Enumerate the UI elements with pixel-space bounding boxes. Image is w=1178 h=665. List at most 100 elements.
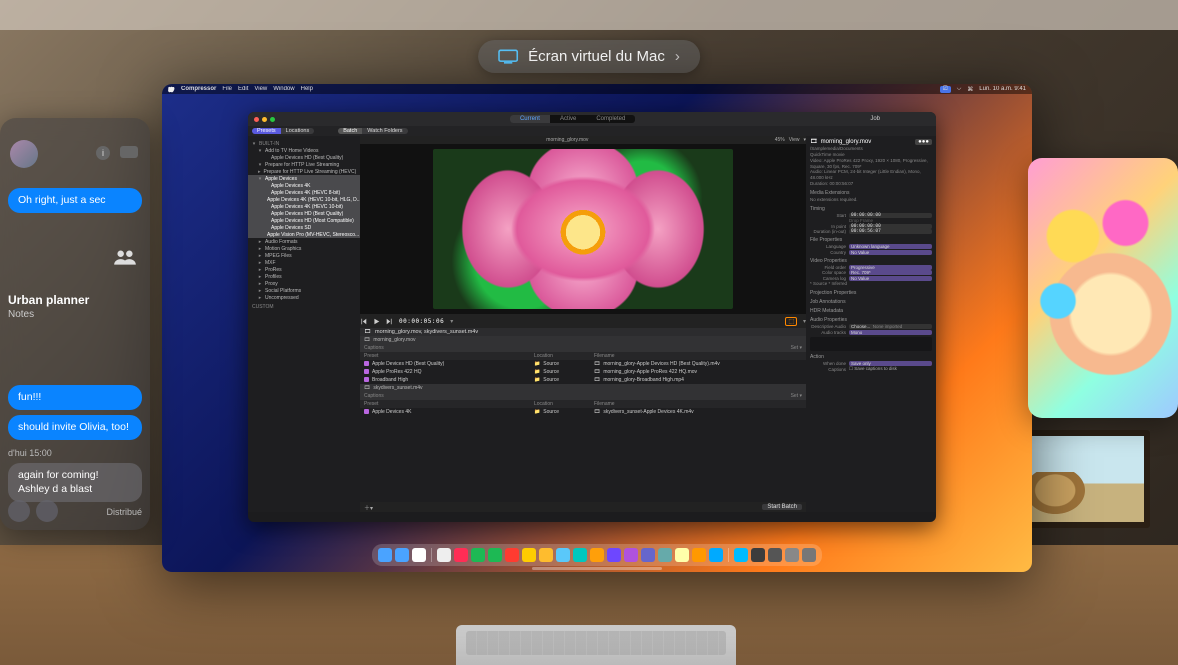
audio-tracks-list[interactable] xyxy=(810,337,932,351)
dock-app-icon[interactable] xyxy=(709,548,723,562)
dock-app-icon[interactable] xyxy=(675,548,689,562)
video-preview[interactable] xyxy=(360,144,806,314)
batch-job-header[interactable]: 🎞morning_glory.mov xyxy=(360,336,806,344)
tab-current[interactable]: Current xyxy=(510,115,550,123)
presets-sidebar[interactable]: ▾BUILT-IN ▾Add to TV Home VideosApple De… xyxy=(248,136,360,512)
preset-tree-row[interactable]: ▸MPEG Files xyxy=(248,252,360,259)
messages-window[interactable]: i Oh right, just a sec Urban planner Not… xyxy=(0,118,150,530)
dock-app-icon[interactable] xyxy=(471,548,485,562)
dock-app-icon[interactable] xyxy=(692,548,706,562)
menubar-item[interactable]: File xyxy=(222,86,232,92)
preset-tree-row[interactable]: ▸Motion Graphics xyxy=(248,245,360,252)
batch-output-row[interactable]: Apple Devices HD (Best Quality)📁Source🎞m… xyxy=(360,360,806,368)
window-titlebar[interactable]: Current Active Completed Job xyxy=(248,112,936,126)
menubar-app-name[interactable]: Compressor xyxy=(181,86,216,92)
disclosure-triangle-icon[interactable]: ▸ xyxy=(258,239,262,245)
preset-tree-row[interactable]: ▾Apple Devices xyxy=(248,175,360,182)
language-select[interactable]: Unknown language xyxy=(849,244,932,249)
zoom-button[interactable] xyxy=(270,117,275,122)
captions-row[interactable]: CaptionsSet ▾ xyxy=(360,344,806,352)
dock-app-icon[interactable] xyxy=(751,548,765,562)
batch-output-row[interactable]: Broadband High📁Source🎞morning_glory-Broa… xyxy=(360,376,806,384)
dock-app-icon[interactable] xyxy=(522,548,536,562)
disclosure-triangle-icon[interactable]: ▸ xyxy=(258,246,262,252)
audio-tracks-select[interactable]: Mono xyxy=(849,330,932,335)
captions-row[interactable]: CaptionsSet ▾ xyxy=(360,392,806,400)
message-bubble-sent[interactable]: should invite Olivia, too! xyxy=(8,415,142,440)
disclosure-triangle-icon[interactable]: ▸ xyxy=(258,274,262,280)
field-order-select[interactable]: Progressive xyxy=(849,265,932,270)
minimize-button[interactable] xyxy=(262,117,267,122)
dock-app-icon[interactable] xyxy=(658,548,672,562)
dock-app-icon[interactable] xyxy=(454,548,468,562)
dock-app-icon[interactable] xyxy=(505,548,519,562)
center-mode-tabs[interactable]: Batch Watch Folders xyxy=(338,128,407,134)
preset-tree-row[interactable]: ▸MXF xyxy=(248,259,360,266)
disclosure-triangle-icon[interactable]: ▾ xyxy=(258,148,262,154)
inspector-panel[interactable]: 🎞 morning_glory.mov ●●● /Samplemedia/Doc… xyxy=(806,136,936,512)
dock-app-icon[interactable] xyxy=(573,548,587,562)
preset-tree-row[interactable]: Apple Devices 4K (HEVC 10-bit, HLG, D... xyxy=(248,196,360,203)
sidebar-mode-tabs[interactable]: Presets Locations xyxy=(252,128,314,134)
tab-watch-folders[interactable]: Watch Folders xyxy=(362,128,407,134)
dock-app-icon[interactable] xyxy=(395,548,409,562)
dock-app-icon[interactable] xyxy=(768,548,782,562)
dock-app-icon[interactable] xyxy=(378,548,392,562)
next-button[interactable] xyxy=(386,318,393,325)
country-select[interactable]: No Value xyxy=(849,250,932,255)
dock-app-icon[interactable] xyxy=(412,548,426,562)
preset-tree-row[interactable]: Apple Devices SD xyxy=(248,224,360,231)
control-center-icon[interactable]: ⌘ xyxy=(967,86,973,93)
menubar-item[interactable]: Help xyxy=(301,86,313,92)
disclosure-triangle-icon[interactable]: ▸ xyxy=(258,169,261,175)
preset-tree-row[interactable]: Apple Devices 4K (HEVC 10-bit) xyxy=(248,203,360,210)
tab-completed[interactable]: Completed xyxy=(586,115,635,123)
start-batch-button[interactable]: Start Batch xyxy=(762,504,802,510)
timing-in-field[interactable]: 00:00:00:00 xyxy=(849,224,932,229)
preset-tree-row[interactable]: Apple Vision Pro (MV-HEVC, Stereosco... xyxy=(248,231,360,238)
preset-tree-row[interactable]: Apple Devices 4K (HEVC 8-bit) xyxy=(248,189,360,196)
play-button[interactable] xyxy=(373,318,380,325)
timecode-display[interactable]: 00:00:05:06 xyxy=(399,318,444,325)
vision-pro-pill[interactable]: Écran virtuel du Mac › xyxy=(478,40,700,73)
dock-app-icon[interactable] xyxy=(785,548,799,562)
disclosure-triangle-icon[interactable]: ▾ xyxy=(258,176,262,182)
tab-active[interactable]: Active xyxy=(550,115,586,123)
descriptive-audio-choose[interactable]: Choose... None imported xyxy=(849,324,932,329)
preview-zoom[interactable]: 45% xyxy=(775,137,785,143)
disclosure-triangle-icon[interactable]: ▸ xyxy=(258,267,262,273)
macos-dock[interactable] xyxy=(372,544,822,566)
add-job-button[interactable]: ＋▾ xyxy=(364,503,373,512)
dock-app-icon[interactable] xyxy=(624,548,638,562)
disclosure-triangle-icon[interactable]: ▸ xyxy=(258,295,262,301)
contact-avatar[interactable] xyxy=(10,140,38,168)
menubar-item[interactable]: Window xyxy=(273,86,294,92)
tab-presets[interactable]: Presets xyxy=(252,128,281,134)
marker-icon[interactable]: ⬚ xyxy=(785,317,797,326)
audio-record-button[interactable] xyxy=(36,500,58,522)
disclosure-triangle-icon[interactable]: ▾ xyxy=(258,162,262,168)
tab-batch[interactable]: Batch xyxy=(338,128,362,134)
color-space-select[interactable]: Rec. 709* xyxy=(849,270,932,275)
dock-app-icon[interactable] xyxy=(556,548,570,562)
preset-tree-row[interactable]: Apple Devices HD (Best Quality) xyxy=(248,154,360,161)
timing-start-field[interactable]: 00:00:00:00 xyxy=(849,213,932,218)
dock-app-icon[interactable] xyxy=(607,548,621,562)
dock-app-icon[interactable] xyxy=(641,548,655,562)
batch-output-row[interactable]: Apple Devices 4K📁Source🎞skydivers_sunset… xyxy=(360,408,806,416)
batch-output-row[interactable]: Apple ProRes 422 HQ📁Source🎞morning_glory… xyxy=(360,368,806,376)
preset-tree-row[interactable]: Apple Devices HD (Best Quality) xyxy=(248,210,360,217)
disclosure-triangle-icon[interactable]: ▸ xyxy=(258,288,262,294)
message-bubble-sent[interactable]: fun!!! xyxy=(8,385,142,410)
dock-app-icon[interactable] xyxy=(802,548,816,562)
tab-locations[interactable]: Locations xyxy=(281,128,315,134)
dock-app-icon[interactable] xyxy=(734,548,748,562)
close-button[interactable] xyxy=(254,117,259,122)
preset-tree-row[interactable]: Apple Devices 4K xyxy=(248,182,360,189)
apple-logo-icon[interactable] xyxy=(168,86,175,93)
preset-tree-row[interactable]: Apple Devices HD (Most Compatible) xyxy=(248,217,360,224)
wifi-icon[interactable]: ⌵ xyxy=(957,86,962,93)
photos-window[interactable] xyxy=(1028,158,1178,418)
dock-app-icon[interactable] xyxy=(539,548,553,562)
preset-tree-row[interactable]: ▾Add to TV Home Videos xyxy=(248,147,360,154)
